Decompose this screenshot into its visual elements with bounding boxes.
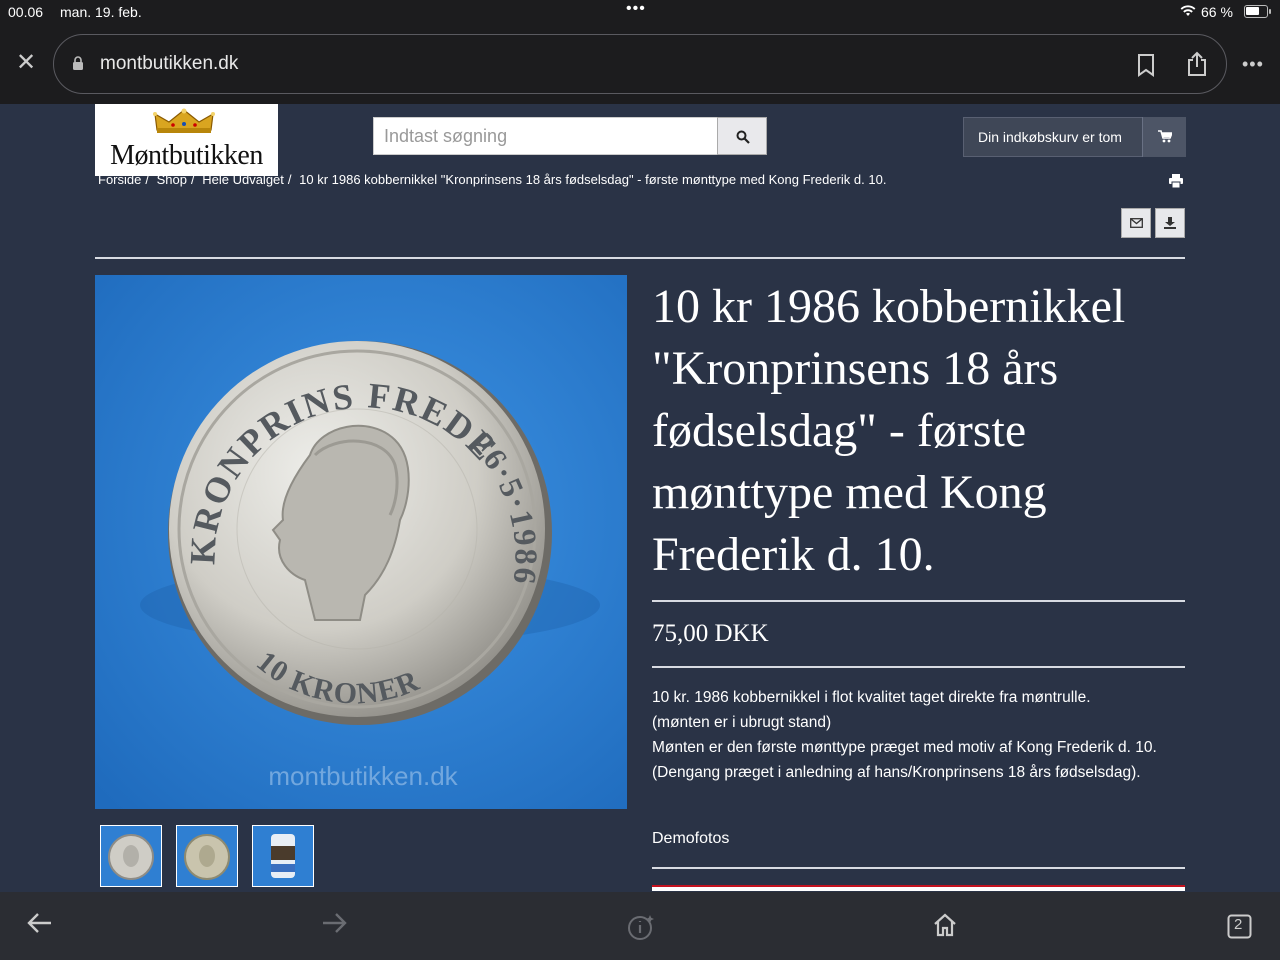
breadcrumb-shop[interactable]: Shop [157,172,187,187]
battery-percent: 66 % [1201,4,1233,20]
breadcrumb-hele-udvalget[interactable]: Hele Udvalget [202,172,284,187]
description-line: (mønten er i ubrugt stand) [652,714,832,731]
thumbnail-3[interactable] [252,825,314,887]
coin-thumbnail [177,826,237,886]
product-title: 10 kr 1986 kobbernikkel "Kronprinsens 18… [652,280,1126,581]
divider [95,257,1185,259]
divider [652,867,1185,869]
divider [652,666,1185,668]
logo-text: Møntbutikken [110,140,263,171]
product-price: 75,00 DKK [652,620,769,647]
status-time: 00.06 [8,4,44,20]
demo-photos-label: Demofotos [652,830,730,847]
search-icon [736,130,750,144]
coin-roll-thumbnail [253,826,313,886]
breadcrumb-forside[interactable]: Forside [98,172,141,187]
browser-bottom-bar: 2 [0,892,1280,960]
info-icon[interactable] [626,912,656,947]
status-bar: 00.06 man. 19. feb. ••• 66 % [0,0,1280,24]
email-button[interactable] [1121,208,1151,238]
battery-icon [1244,5,1271,18]
close-icon[interactable]: ✕ [14,51,38,75]
cart-icon [1158,130,1172,143]
coin-thumbnail [101,826,161,886]
more-options-icon[interactable]: ••• [1242,54,1264,75]
tabs-count: 2 [1234,916,1243,933]
cart-widget[interactable]: Din indkøbskurv er tom [963,117,1186,157]
breadcrumb-current: 10 kr 1986 kobbernikkel "Kronprinsens 18… [299,172,887,187]
product-description: 10 kr. 1986 kobbernikkel i flot kvalitet… [652,685,1192,785]
search-button[interactable] [717,117,767,155]
status-date: man. 19. feb. [60,4,142,20]
breadcrumb: Forside / Shop / Hele Udvalget/ 10 kr 1986… [98,172,887,187]
bookmark-icon[interactable] [1136,53,1156,82]
browser-toolbar: ✕ montbutikken.dk ••• [0,24,1280,104]
lock-icon [72,55,84,71]
download-icon [1164,217,1176,229]
cart-label: Din indkøbskurv er tom [978,129,1122,145]
product-image[interactable]: KRONPRINS FREDERIK 26·5·1986 10 KRONER m… [95,275,627,809]
forward-arrow-icon[interactable] [321,912,347,939]
multitask-dots-icon[interactable]: ••• [626,0,646,18]
crown-icon [153,108,215,139]
url-text: montbutikken.dk [100,53,239,74]
add-to-cart-area[interactable] [652,885,1185,891]
download-button[interactable] [1155,208,1185,238]
thumbnail-2[interactable] [176,825,238,887]
cart-button[interactable] [1142,117,1186,157]
address-bar[interactable]: montbutikken.dk [53,34,1227,94]
description-line: (Dengang præget i anledning af hans/Kron… [652,764,1141,781]
wifi-icon [1180,4,1196,21]
description-line: 10 kr. 1986 kobbernikkel i flot kvalitet… [652,689,1091,706]
share-icon[interactable] [1186,51,1208,82]
mail-icon [1130,218,1143,228]
page-content: Møntbutikken Indtast søgning Din indkøbs… [0,104,1280,892]
image-watermark: montbutikken.dk [268,761,458,791]
thumbnail-1[interactable] [100,825,162,887]
home-icon[interactable] [932,912,958,943]
print-icon[interactable] [1168,174,1184,193]
divider [652,600,1185,602]
description-line: Mønten er den første mønttype præget med… [652,739,1157,756]
search-input[interactable]: Indtast søgning [373,117,718,155]
coin-image: KRONPRINS FREDERIK 26·5·1986 10 KRONER m… [95,275,627,809]
back-arrow-icon[interactable] [27,912,53,939]
site-logo[interactable]: Møntbutikken [95,104,278,176]
tabs-icon[interactable]: 2 [1227,914,1253,945]
